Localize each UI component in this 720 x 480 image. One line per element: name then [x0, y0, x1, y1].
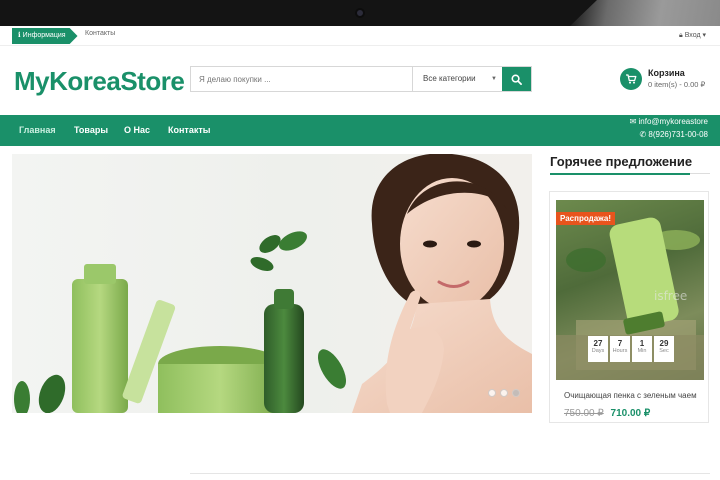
web-page: ℹ Информация Контакты 🔒︎ Вход ▾ MyKoreaSt… [0, 26, 720, 480]
nav-item-products[interactable]: Товары [74, 125, 108, 135]
login-label: Вход [684, 32, 701, 39]
phone-icon: ✆ [639, 130, 647, 139]
countdown-value: 7 [617, 339, 623, 348]
slider-dot[interactable] [488, 389, 496, 397]
product-name[interactable]: Очищающая пенка с зеленым чаем [564, 390, 704, 401]
search-icon [511, 74, 522, 85]
search-button[interactable] [502, 67, 531, 91]
category-select[interactable]: Все категории ▼ [412, 67, 503, 91]
countdown-label: Min [637, 348, 647, 354]
countdown-label: Hours [612, 348, 628, 354]
chevron-down-icon: ▾ [702, 32, 706, 39]
hot-offer-card[interactable]: isfree Распродажа! 27 Days 7 Hours 1 Min… [549, 191, 709, 423]
countdown-value: 27 [593, 339, 603, 348]
login-dropdown[interactable]: 🔒︎ Вход ▾ [679, 31, 706, 40]
nav-email[interactable]: ✉ info@mykoreastore [630, 117, 708, 126]
search-input[interactable] [191, 67, 412, 91]
info-tab-label: Информация [22, 32, 66, 39]
countdown-days: 27 Days [588, 336, 608, 362]
nav-item-about[interactable]: О Нас [124, 125, 150, 135]
device-bezel [0, 0, 720, 26]
nav-phone-text: 8(926)731-00-08 [648, 130, 708, 139]
countdown-timer: 27 Days 7 Hours 1 Min 29 Sec [588, 336, 674, 362]
main-nav: Главная Товары О Нас Контакты ✉ info@myk… [0, 115, 720, 146]
cart-icon [620, 68, 642, 90]
product-image[interactable]: isfree Распродажа! 27 Days 7 Hours 1 Min… [556, 200, 704, 380]
cart-title: Корзина [648, 68, 685, 78]
product-price: 750.00 ₽ 710.00 ₽ [564, 408, 650, 419]
hot-offer-title: Горячее предложение [550, 154, 693, 169]
nav-email-text: info@mykoreastore [638, 117, 708, 126]
hero-slider[interactable] [12, 154, 532, 413]
old-price: 750.00 ₽ [564, 408, 604, 419]
chevron-down-icon: ▼ [491, 76, 497, 82]
hero-banner-image [14, 154, 532, 413]
new-price: 710.00 ₽ [610, 408, 651, 419]
site-logo[interactable]: MyKoreaStore [14, 66, 185, 97]
countdown-hours: 7 Hours [610, 336, 630, 362]
bezel-reflection [570, 0, 720, 26]
nav-item-contacts[interactable]: Контакты [168, 125, 210, 135]
divider [190, 473, 710, 474]
slider-dot-active[interactable] [512, 389, 520, 397]
svg-text:isfree: isfree [654, 289, 687, 303]
countdown-label: Days [591, 348, 605, 354]
cart-total: 0 item(s) - 0.00 ₽ [648, 80, 706, 89]
slider-dot[interactable] [500, 389, 508, 397]
search-bar: Все категории ▼ [190, 66, 532, 92]
info-icon: ℹ [18, 32, 21, 39]
category-select-value: Все категории [423, 74, 476, 83]
countdown-value: 1 [639, 339, 645, 348]
countdown-minutes: 1 Min [632, 336, 652, 362]
countdown-label: Sec [659, 348, 669, 354]
countdown-seconds: 29 Sec [654, 336, 674, 362]
slider-pagination [488, 389, 520, 397]
top-bar: ℹ Информация Контакты 🔒︎ Вход ▾ [0, 26, 720, 46]
contacts-link[interactable]: Контакты [85, 30, 115, 37]
camera-icon [355, 8, 365, 18]
sale-badge: Распродажа! [556, 212, 616, 225]
envelope-icon: ✉ [629, 117, 637, 126]
nav-item-home[interactable]: Главная [19, 125, 56, 135]
lock-icon: 🔒︎ [679, 32, 683, 39]
nav-phone[interactable]: ✆ 8(926)731-00-08 [639, 130, 708, 139]
countdown-value: 29 [659, 339, 669, 348]
title-underline [550, 173, 690, 175]
info-tab[interactable]: ℹ Информация [12, 28, 78, 44]
